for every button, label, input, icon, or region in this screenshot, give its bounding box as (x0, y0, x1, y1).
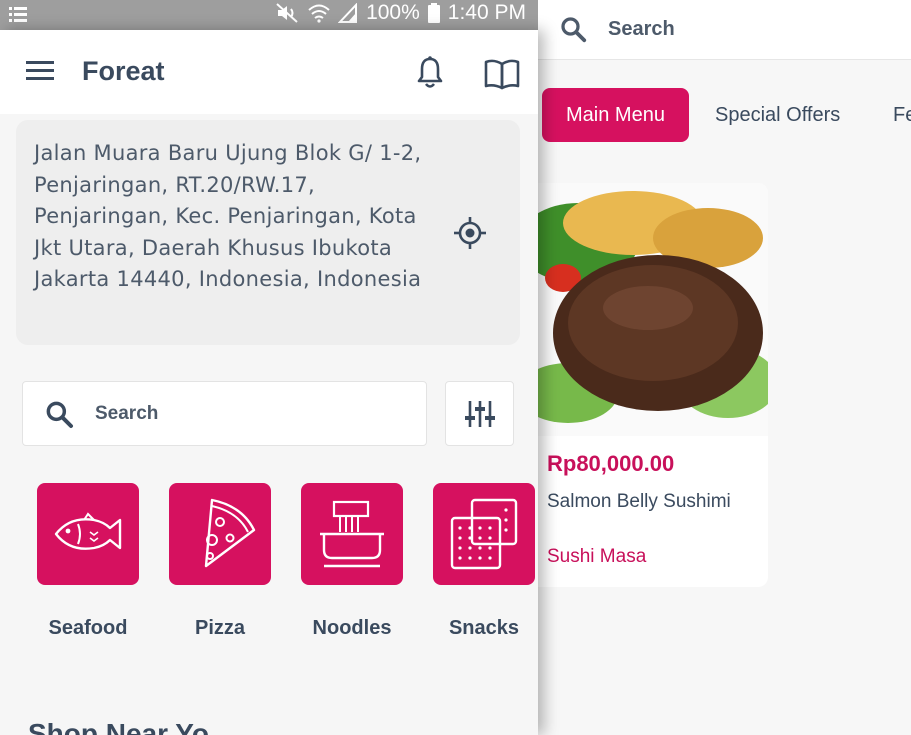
hamburger-menu-icon[interactable] (22, 56, 58, 86)
product-shop[interactable]: Sushi Masa (547, 546, 646, 568)
filter-sliders-icon (465, 401, 495, 427)
background-search-bar[interactable]: Search (538, 0, 911, 60)
delivery-address-card[interactable]: Jalan Muara Baru Ujung Blok G/ 1-2, Penj… (16, 120, 520, 345)
category-noodles[interactable]: Noodles (301, 483, 403, 640)
category-pizza[interactable]: Pizza (169, 483, 271, 640)
battery-level: 100% (366, 1, 420, 24)
search-input[interactable]: Search (22, 381, 427, 446)
wifi-icon (308, 4, 330, 23)
section-heading: Shop Near Yo (28, 718, 210, 735)
clock: 1:40 PM (447, 1, 526, 24)
noodles-icon (320, 500, 384, 568)
category-snacks[interactable]: Snacks (433, 483, 535, 640)
background-search-placeholder: Search (608, 18, 675, 40)
category-seafood[interactable]: Seafood (37, 483, 139, 640)
screen: Search Main Menu Special Offers Fe Rp80,… (0, 0, 911, 735)
tab-main-menu[interactable]: Main Menu (542, 88, 689, 142)
book-icon[interactable] (482, 56, 522, 92)
pizza-icon (204, 498, 256, 568)
search-placeholder: Search (95, 403, 159, 424)
tab-featured[interactable]: Fe (893, 88, 911, 142)
filter-button[interactable] (445, 381, 514, 446)
product-name: Salmon Belly Sushimi (547, 491, 731, 512)
navigation-drawer: Foreat Jalan Muara Baru Ujung Blok G/ 1-… (0, 30, 538, 735)
my-location-icon[interactable] (453, 216, 487, 250)
product-price: Rp80,000.00 (547, 451, 675, 476)
tab-special-offers[interactable]: Special Offers (715, 88, 840, 142)
category-label: Noodles (312, 617, 392, 639)
category-label: Seafood (48, 617, 128, 639)
notification-list-icon (9, 7, 27, 22)
search-icon (561, 17, 587, 43)
fish-icon (54, 512, 122, 550)
snacks-icon (450, 498, 518, 570)
drawer-header: Foreat (0, 30, 538, 114)
bell-icon[interactable] (412, 54, 448, 90)
signal-icon (338, 3, 358, 23)
category-tile[interactable] (37, 483, 139, 585)
category-tile[interactable] (433, 483, 535, 585)
search-icon (46, 401, 73, 428)
delivery-address: Jalan Muara Baru Ujung Blok G/ 1-2, Penj… (34, 141, 422, 291)
app-title: Foreat (82, 56, 165, 86)
status-bar: 100% 1:40 PM (0, 0, 538, 30)
menu-tabs: Main Menu Special Offers Fe (538, 88, 911, 144)
category-label: Pizza (194, 617, 246, 639)
mute-icon (276, 3, 298, 23)
product-card[interactable]: Rp80,000.00 Salmon Belly Sushimi Sushi M… (538, 183, 768, 587)
category-tile[interactable] (169, 483, 271, 585)
product-photo (538, 183, 768, 436)
category-label: Snacks (448, 617, 520, 639)
category-tile[interactable] (301, 483, 403, 585)
battery-icon (427, 3, 440, 23)
